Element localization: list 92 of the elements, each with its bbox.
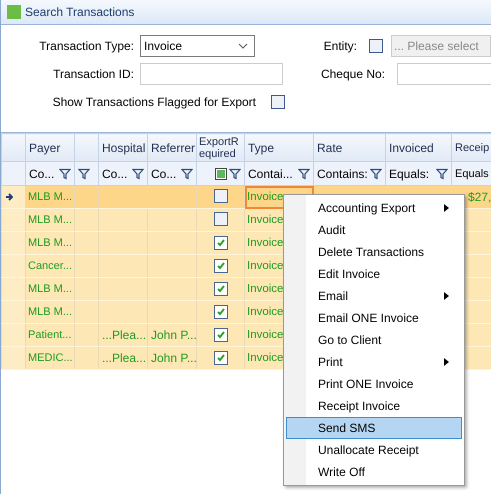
current-row-icon [5,193,13,201]
table-cell: Cancer... [28,260,72,272]
filter-cell[interactable]: Co... [26,162,74,186]
field-label: Transaction ID: [52,67,134,81]
filter-cell[interactable]: Contains: [314,162,386,186]
column-header[interactable]: Rate [314,134,386,162]
checkmark-icon [216,238,226,248]
checkmark-icon [216,261,226,270]
field-label: Transaction Type: [38,39,134,53]
column-header[interactable]: Referrer [148,134,196,162]
filter-operator[interactable]: Contains: [317,166,368,180]
menu-item[interactable]: Send SMS [286,417,462,439]
filter-cell[interactable]: Equals: [386,162,452,186]
submenu-arrow-icon [444,204,449,212]
export-checkbox[interactable] [214,188,228,202]
table-cell: Patient... [28,329,72,341]
table-cell: John P... [151,351,196,365]
export-checkbox[interactable] [214,350,228,365]
table-cell: Invoice [247,191,284,203]
filter-cell[interactable] [196,162,244,186]
transaction-id-field[interactable] [140,63,283,85]
table-cell: Invoice [247,306,284,318]
export-checkbox[interactable] [214,282,228,296]
menu-item[interactable]: Receipt Invoice [286,395,462,417]
entity-checkbox[interactable] [369,39,383,53]
table-cell: Invoice [247,283,284,295]
table-cell: Invoice [247,329,284,341]
transaction-type-dropdown[interactable]: Invoice [140,35,255,57]
table-cell: MLB M... [28,214,72,226]
filter-cell [2,162,26,186]
filter-icon[interactable] [78,168,90,180]
table-cell: MLB M... [28,306,72,318]
menu-item[interactable]: Write Off [286,461,462,483]
column-header[interactable]: Invoiced [386,134,452,162]
filter-cell[interactable]: Equals [452,162,491,186]
menu-item[interactable]: Print ONE Invoice [286,373,462,395]
submenu-arrow-icon [444,358,449,366]
column-header [2,134,26,162]
table-cell: MLB M... [28,237,72,249]
filter-operator[interactable]: Co... [151,166,176,180]
table-cell: ...Plea... [102,351,146,365]
table-cell: Invoice [247,352,284,364]
tristate-checkbox[interactable] [215,168,227,180]
filter-operator[interactable]: Contai... [248,166,293,180]
filter-operator[interactable]: Co... [29,166,54,180]
app-icon [7,5,21,19]
column-header[interactable]: Type [244,134,314,162]
menu-item[interactable]: Unallocate Receipt [286,439,462,461]
filter-icon[interactable] [436,168,448,180]
filter-icon[interactable] [298,168,310,180]
field-label: Show Transactions Flagged for Export [52,95,256,109]
export-checkbox[interactable] [214,258,228,273]
filter-icon[interactable] [370,168,382,180]
filter-cell[interactable]: Co... [98,162,148,186]
checkmark-icon [216,353,226,362]
table-cell: ...Plea... [102,328,146,342]
filter-icon[interactable] [132,168,144,180]
column-header[interactable]: Payer [26,134,74,162]
table-cell: Invoice [247,237,284,249]
export-checkbox[interactable] [214,212,228,226]
column-header[interactable]: Hospital [98,134,148,162]
chevron-down-icon [238,43,248,49]
filter-icon[interactable] [59,168,71,180]
column-header[interactable]: ExportRequired [196,134,244,162]
filter-icon[interactable] [229,168,241,180]
filter-cell[interactable]: Contai... [244,162,314,186]
table-cell: MLB M... [28,191,72,203]
table-cell: $27, [468,190,490,204]
flagged-checkbox[interactable] [271,95,285,109]
table-cell: MLB M... [28,283,72,295]
window-title: Search Transactions [25,5,134,19]
filter-operator[interactable]: Equals: [389,166,430,180]
checkmark-icon [216,307,226,316]
table-cell: MEDIC... [28,352,73,364]
filter-icon[interactable] [181,168,193,180]
export-checkbox[interactable] [214,236,228,250]
table-cell: Invoice [247,214,284,226]
filter-operator[interactable]: Equals [455,168,489,180]
cheque-no-field[interactable] [397,63,491,85]
filter-operator[interactable]: Co... [102,166,128,180]
filter-cell[interactable]: Co... [148,162,196,186]
submenu-arrow-icon [444,292,449,300]
field-label: Entity: [322,39,357,53]
checkmark-icon [216,284,226,294]
export-checkbox[interactable] [214,328,228,342]
table-cell: John P... [151,328,196,342]
table-cell: Invoice [247,260,284,272]
field-label: Cheque No: [320,67,385,81]
export-checkbox[interactable] [214,304,228,319]
checkmark-icon [216,330,226,340]
filter-cell[interactable] [74,162,98,186]
column-header[interactable]: Receip [452,134,491,162]
